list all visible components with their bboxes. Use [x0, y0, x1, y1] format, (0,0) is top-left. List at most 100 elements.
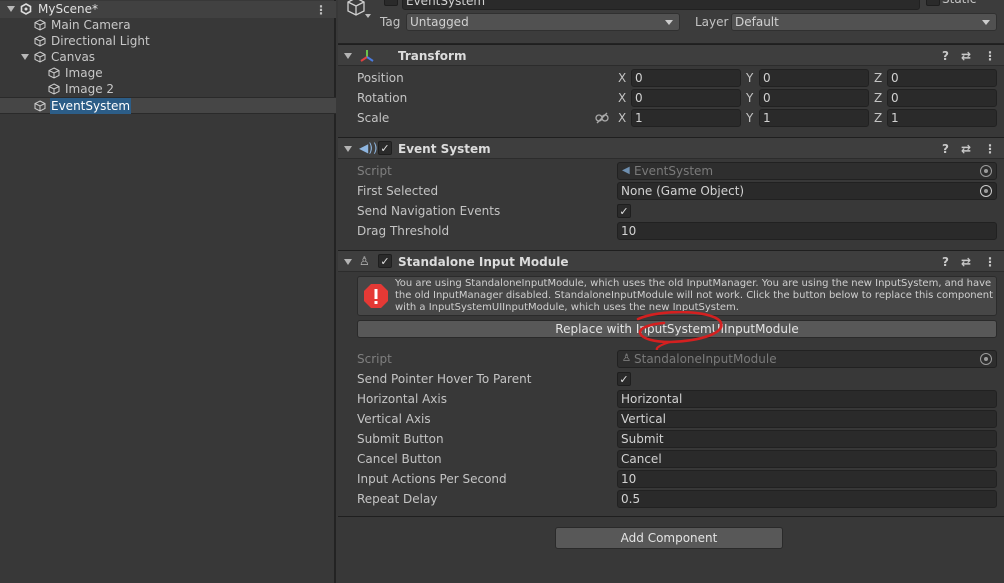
hierarchy-item-directional-light[interactable]: Directional Light	[0, 33, 336, 49]
send-navigation-checkbox[interactable]: ✓	[617, 204, 631, 218]
hierarchy-item-label: EventSystem	[50, 98, 132, 114]
preset-icon[interactable]: ⇄	[961, 142, 971, 156]
cancel-button-label: Cancel Button	[357, 452, 442, 466]
y-axis-label[interactable]: Y	[746, 69, 753, 87]
rotation-x-field[interactable]: 0	[631, 89, 741, 107]
hierarchy-item-image-2[interactable]: Image 2	[0, 81, 336, 97]
static-checkbox[interactable]	[926, 0, 940, 6]
position-x-field[interactable]: 0	[631, 69, 741, 87]
script-value: StandaloneInputModule	[634, 352, 777, 366]
rotation-label: Rotation	[357, 91, 408, 105]
gameobject-cube-icon	[34, 19, 46, 31]
active-checkbox[interactable]	[384, 0, 398, 6]
divider	[338, 516, 1004, 517]
submit-button-label: Submit Button	[357, 432, 444, 446]
standalone-input-header[interactable]: ♙ ✓ Standalone Input Module ? ⇄ ⋮	[338, 250, 1004, 272]
more-options-icon[interactable]: ⋮	[984, 49, 996, 63]
hierarchy-item-main-camera[interactable]: Main Camera	[0, 17, 336, 33]
help-icon[interactable]: ?	[942, 142, 949, 156]
hierarchy-item-canvas[interactable]: Canvas	[0, 49, 336, 65]
more-options-icon[interactable]: ⋮	[315, 2, 327, 18]
scale-y-field[interactable]: 1	[759, 109, 869, 127]
scale-z-field[interactable]: 1	[887, 109, 997, 127]
event-system-icon: ◀))	[359, 141, 378, 155]
chevron-down-icon	[982, 20, 990, 25]
more-options-icon[interactable]: ⋮	[984, 255, 996, 269]
unity-logo-icon	[20, 3, 32, 15]
position-z-field[interactable]: 0	[887, 69, 997, 87]
script-value: EventSystem	[634, 164, 714, 178]
position-y-field[interactable]: 0	[759, 69, 869, 87]
submit-button-field[interactable]: Submit	[617, 430, 997, 448]
transform-header[interactable]: Transform ? ⇄ ⋮	[338, 44, 1004, 66]
input-actions-label: Input Actions Per Second	[357, 472, 507, 486]
layer-value: Default	[735, 15, 779, 29]
foldout-arrow-icon[interactable]	[344, 146, 352, 152]
x-axis-label[interactable]: X	[618, 109, 626, 127]
script-field: ◀ EventSystem	[617, 162, 997, 180]
horizontal-axis-field[interactable]: Horizontal	[617, 390, 997, 408]
icon-dropdown-icon[interactable]	[365, 14, 371, 18]
rotation-y-field[interactable]: 0	[759, 89, 869, 107]
y-axis-label[interactable]: Y	[746, 109, 753, 127]
drag-threshold-field[interactable]: 10	[617, 222, 997, 240]
tag-dropdown[interactable]: Untagged	[406, 13, 680, 31]
send-pointer-hover-label: Send Pointer Hover To Parent	[357, 372, 532, 386]
gameobject-cube-icon	[34, 100, 46, 112]
foldout-arrow-icon[interactable]	[344, 53, 352, 59]
scale-label: Scale	[357, 111, 390, 125]
z-axis-label[interactable]: Z	[874, 89, 882, 107]
enabled-checkbox[interactable]: ✓	[378, 141, 392, 155]
help-icon[interactable]: ?	[942, 49, 949, 63]
help-icon[interactable]: ?	[942, 255, 949, 269]
static-label: Static	[942, 0, 976, 8]
add-component-button[interactable]: Add Component	[555, 527, 783, 549]
z-axis-label[interactable]: Z	[874, 109, 882, 127]
object-picker-icon[interactable]	[980, 185, 992, 197]
collapse-arrow-icon[interactable]	[7, 6, 15, 12]
warning-message: You are using StandaloneInputModule, whi…	[395, 278, 994, 313]
hierarchy-item-label: Image	[65, 66, 103, 80]
layer-dropdown[interactable]: Default	[731, 13, 997, 31]
repeat-delay-label: Repeat Delay	[357, 492, 438, 506]
send-pointer-hover-checkbox[interactable]: ✓	[617, 372, 631, 386]
error-icon	[364, 284, 388, 308]
first-selected-field[interactable]: None (Game Object)	[617, 182, 997, 200]
z-axis-label[interactable]: Z	[874, 69, 882, 87]
input-actions-field[interactable]: 10	[617, 470, 997, 488]
scene-row[interactable]: MyScene* ⋮	[0, 1, 336, 18]
hierarchy-item-label: Directional Light	[51, 34, 150, 48]
chevron-down-icon	[665, 20, 673, 25]
enabled-checkbox[interactable]: ✓	[378, 254, 392, 268]
script-label: Script	[357, 164, 392, 178]
horizontal-axis-label: Horizontal Axis	[357, 392, 447, 406]
x-axis-label[interactable]: X	[618, 69, 626, 87]
hierarchy-item-eventsystem[interactable]: EventSystem	[0, 97, 336, 114]
constrain-proportions-icon[interactable]	[595, 112, 609, 124]
preset-icon[interactable]: ⇄	[961, 255, 971, 269]
y-axis-label[interactable]: Y	[746, 89, 753, 107]
tag-label: Tag	[380, 15, 401, 29]
gameobject-cube-icon	[48, 67, 60, 79]
tag-value: Untagged	[410, 15, 469, 29]
preset-icon[interactable]: ⇄	[961, 49, 971, 63]
hierarchy-item-image[interactable]: Image	[0, 65, 336, 81]
standalone-title: Standalone Input Module	[398, 255, 569, 269]
cancel-button-field[interactable]: Cancel	[617, 450, 997, 468]
vertical-axis-label: Vertical Axis	[357, 412, 431, 426]
repeat-delay-field[interactable]: 0.5	[617, 490, 997, 508]
scale-x-field[interactable]: 1	[631, 109, 741, 127]
drag-threshold-label: Drag Threshold	[357, 224, 450, 238]
expand-arrow-icon[interactable]	[21, 54, 29, 60]
input-module-icon: ♙	[359, 254, 370, 268]
rotation-z-field[interactable]: 0	[887, 89, 997, 107]
vertical-axis-field[interactable]: Vertical	[617, 410, 997, 428]
more-options-icon[interactable]: ⋮	[984, 142, 996, 156]
first-selected-value: None (Game Object)	[621, 184, 745, 198]
layer-label: Layer	[695, 15, 729, 29]
foldout-arrow-icon[interactable]	[344, 259, 352, 265]
script-field: ♙ StandaloneInputModule	[617, 350, 997, 368]
event-system-header[interactable]: ◀)) ✓ Event System ? ⇄ ⋮	[338, 137, 1004, 159]
object-name-field[interactable]: EventSystem	[402, 0, 920, 10]
x-axis-label[interactable]: X	[618, 89, 626, 107]
